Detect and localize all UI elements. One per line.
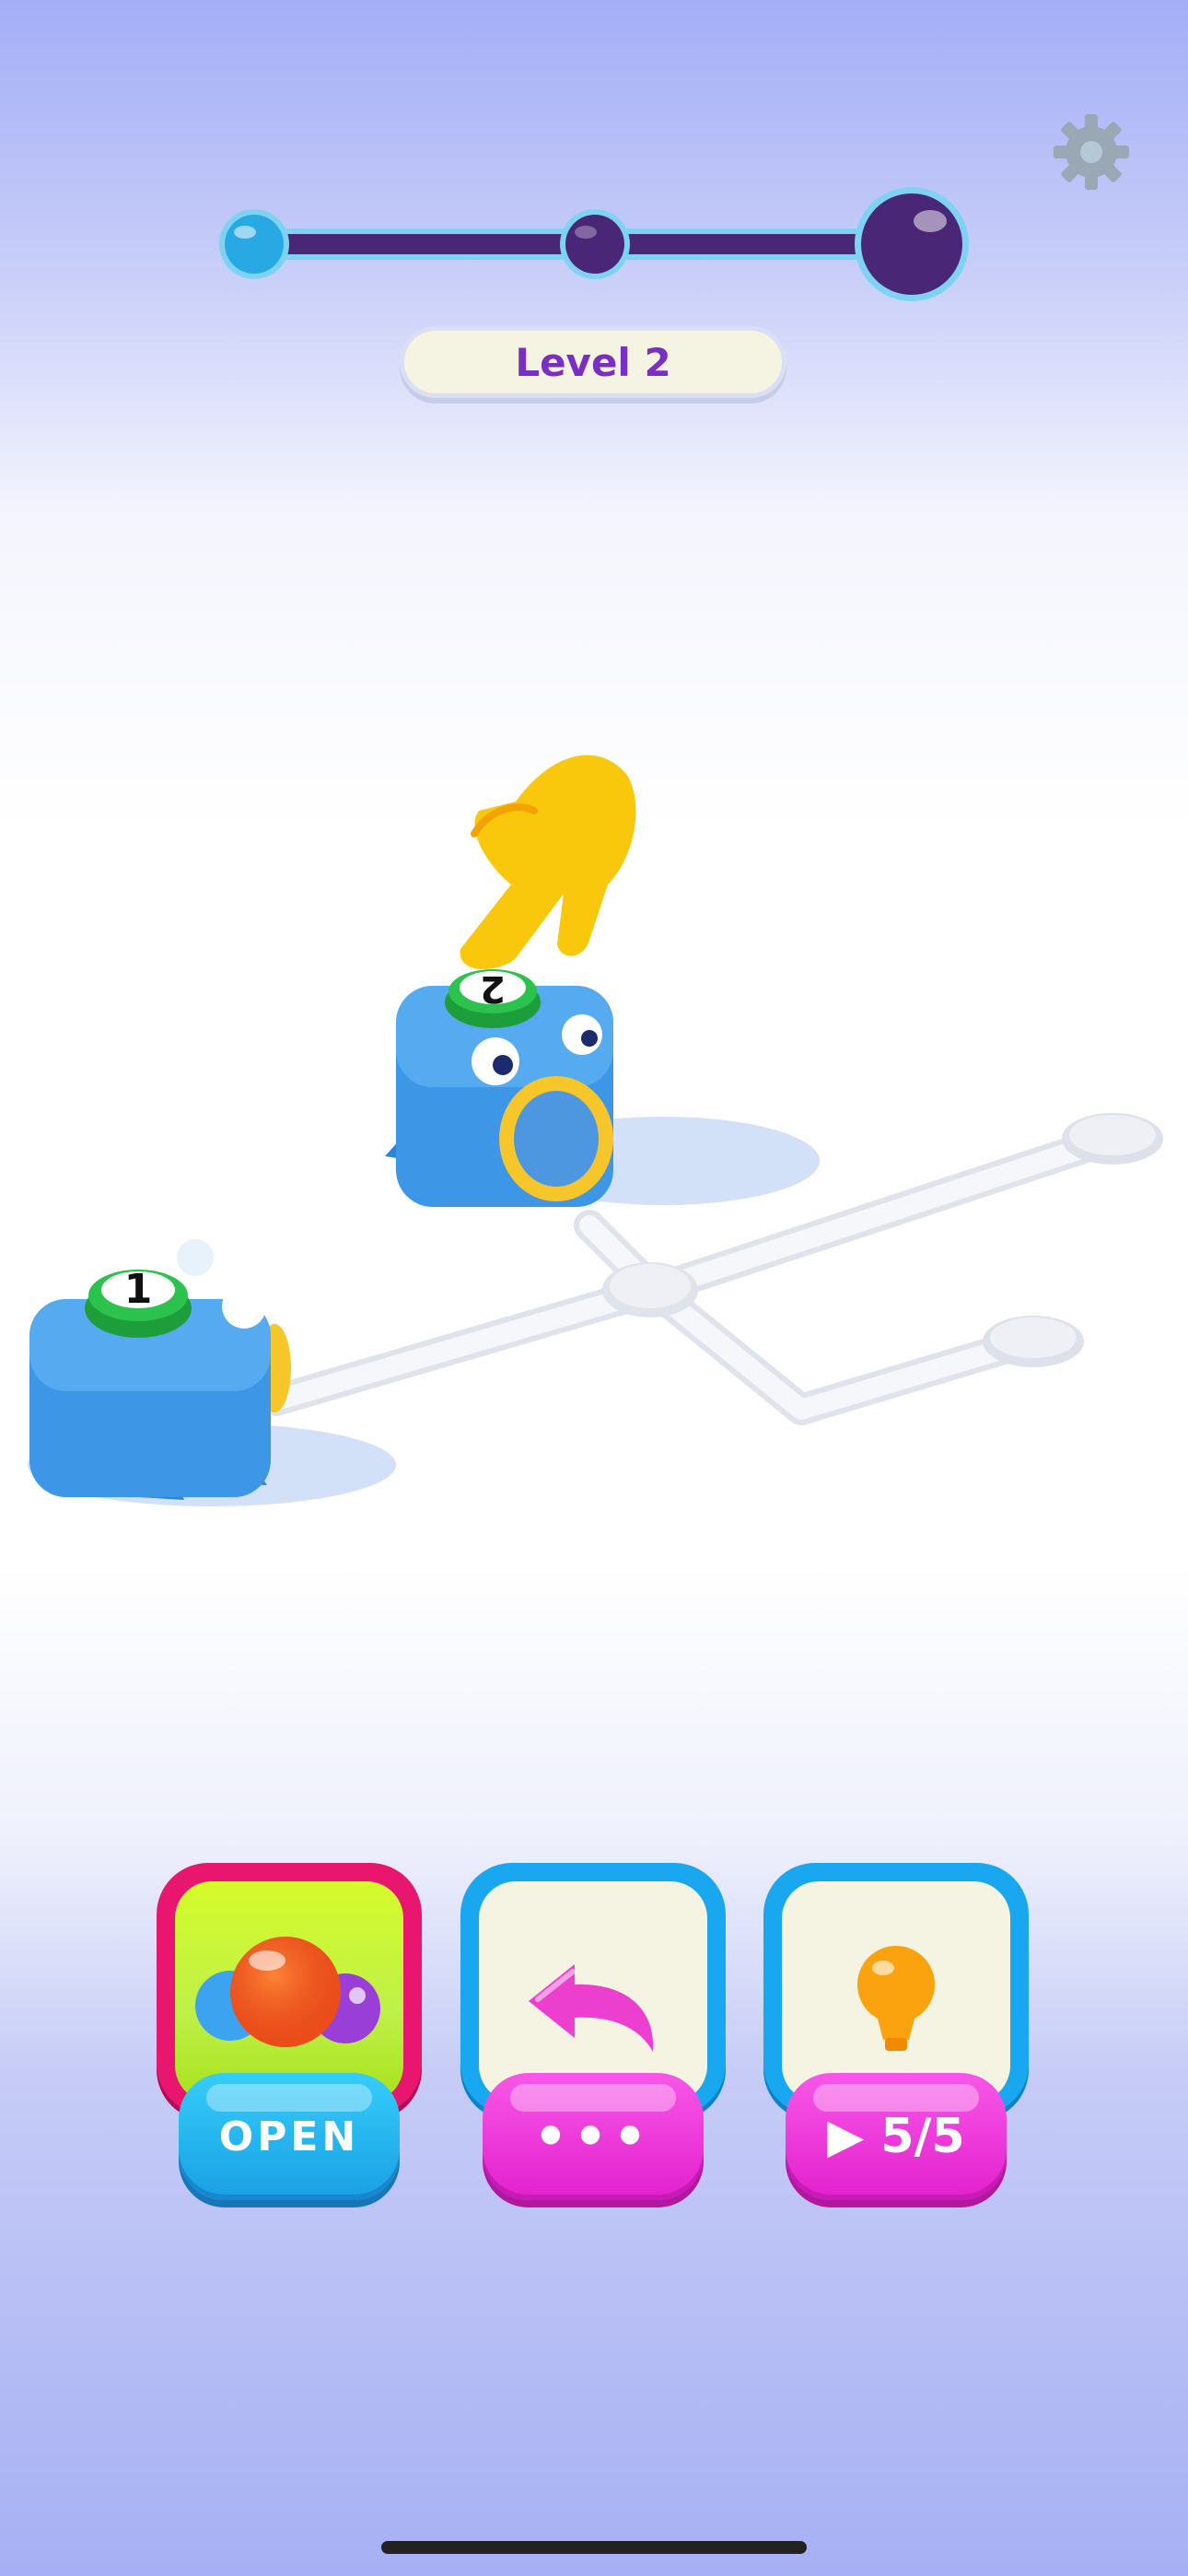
open-button-label: OPEN	[218, 2113, 360, 2160]
tutorial-hand-icon	[460, 755, 636, 969]
hint-button[interactable]: ▶ 5/5	[786, 2073, 1007, 2200]
goal-hole-top	[1062, 1113, 1163, 1165]
progress-node-1	[219, 209, 289, 279]
svg-text:2: 2	[480, 967, 506, 1010]
level-label: Level 2	[515, 339, 671, 385]
undo-button-label: •••	[533, 2105, 653, 2168]
hint-button-label: ▶ 5/5	[827, 2109, 965, 2164]
piece-1: 1	[29, 1239, 291, 1500]
open-button[interactable]: OPEN	[179, 2073, 400, 2200]
svg-text:1: 1	[124, 1266, 153, 1313]
level-progress-bar	[214, 181, 978, 310]
settings-gear-icon[interactable]	[1050, 111, 1133, 193]
undo-button[interactable]: •••	[483, 2073, 704, 2200]
home-indicator	[381, 2541, 807, 2554]
progress-node-3	[855, 187, 969, 301]
level-indicator: Level 2	[400, 326, 786, 398]
lightbulb-icon	[857, 1946, 935, 2051]
track-junction	[602, 1262, 698, 1317]
goal-hole-bottom	[983, 1316, 1084, 1367]
game-board[interactable]: 2 1	[0, 719, 1188, 1603]
undo-arrow-icon	[529, 1964, 654, 2052]
progress-node-2	[560, 209, 630, 279]
bubbles-icon	[195, 1937, 380, 2047]
piece-2: 2	[385, 967, 613, 1207]
